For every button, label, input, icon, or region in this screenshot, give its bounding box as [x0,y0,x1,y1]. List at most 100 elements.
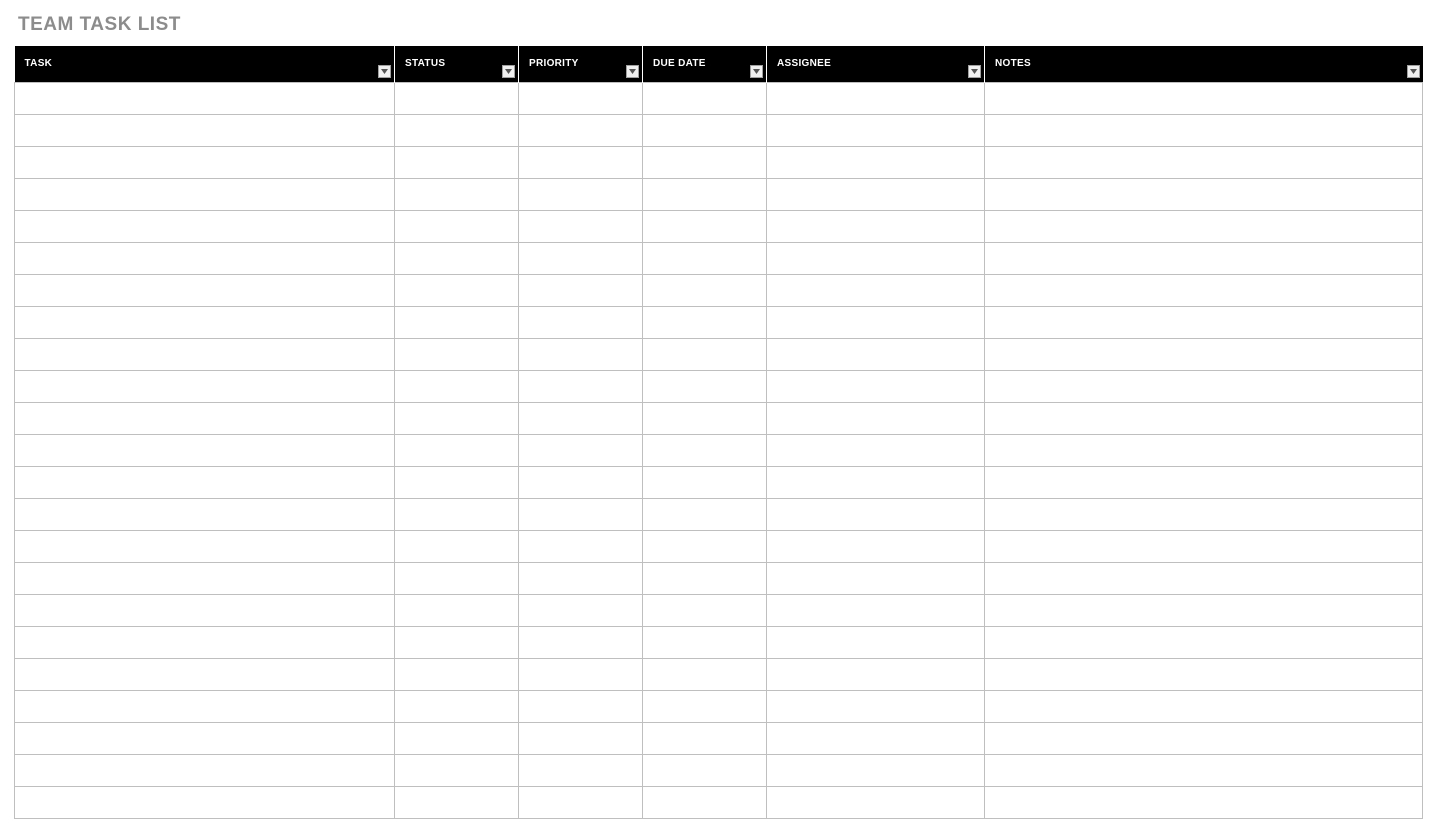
cell[interactable] [395,754,519,786]
cell[interactable] [767,594,985,626]
cell[interactable] [643,690,767,722]
cell[interactable] [519,338,643,370]
cell[interactable] [519,498,643,530]
cell[interactable] [985,690,1423,722]
cell[interactable] [395,626,519,658]
cell[interactable] [985,626,1423,658]
cell[interactable] [15,466,395,498]
cell[interactable] [985,370,1423,402]
cell[interactable] [519,626,643,658]
cell[interactable] [985,178,1423,210]
cell[interactable] [519,594,643,626]
cell[interactable] [767,306,985,338]
cell[interactable] [519,306,643,338]
cell[interactable] [985,530,1423,562]
cell[interactable] [15,562,395,594]
cell[interactable] [15,146,395,178]
cell[interactable] [395,722,519,754]
cell[interactable] [643,562,767,594]
cell[interactable] [643,530,767,562]
cell[interactable] [767,530,985,562]
cell[interactable] [643,498,767,530]
cell[interactable] [767,658,985,690]
cell[interactable] [15,114,395,146]
cell[interactable] [985,338,1423,370]
cell[interactable] [985,658,1423,690]
cell[interactable] [643,82,767,114]
cell[interactable] [985,306,1423,338]
cell[interactable] [519,658,643,690]
cell[interactable] [985,498,1423,530]
cell[interactable] [643,722,767,754]
cell[interactable] [15,306,395,338]
cell[interactable] [767,338,985,370]
cell[interactable] [395,338,519,370]
cell[interactable] [643,434,767,466]
cell[interactable] [395,178,519,210]
cell[interactable] [395,562,519,594]
cell[interactable] [395,274,519,306]
cell[interactable] [985,754,1423,786]
cell[interactable] [395,306,519,338]
cell[interactable] [15,274,395,306]
cell[interactable] [15,530,395,562]
cell[interactable] [15,626,395,658]
filter-dropdown-icon[interactable] [968,65,981,78]
cell[interactable] [985,562,1423,594]
cell[interactable] [767,210,985,242]
cell[interactable] [395,242,519,274]
cell[interactable] [767,562,985,594]
cell[interactable] [767,690,985,722]
cell[interactable] [643,658,767,690]
cell[interactable] [643,466,767,498]
cell[interactable] [15,338,395,370]
cell[interactable] [395,690,519,722]
cell[interactable] [519,562,643,594]
cell[interactable] [643,594,767,626]
cell[interactable] [15,402,395,434]
filter-dropdown-icon[interactable] [502,65,515,78]
cell[interactable] [767,274,985,306]
cell[interactable] [395,594,519,626]
cell[interactable] [15,434,395,466]
filter-dropdown-icon[interactable] [626,65,639,78]
cell[interactable] [767,434,985,466]
cell[interactable] [15,786,395,818]
cell[interactable] [767,498,985,530]
cell[interactable] [519,114,643,146]
cell[interactable] [985,434,1423,466]
cell[interactable] [643,306,767,338]
cell[interactable] [15,690,395,722]
cell[interactable] [985,402,1423,434]
cell[interactable] [767,370,985,402]
cell[interactable] [767,466,985,498]
cell[interactable] [395,466,519,498]
cell[interactable] [519,530,643,562]
cell[interactable] [767,722,985,754]
cell[interactable] [643,626,767,658]
cell[interactable] [985,594,1423,626]
cell[interactable] [519,146,643,178]
cell[interactable] [767,178,985,210]
cell[interactable] [395,786,519,818]
cell[interactable] [519,434,643,466]
cell[interactable] [15,498,395,530]
cell[interactable] [15,210,395,242]
cell[interactable] [643,402,767,434]
cell[interactable] [395,434,519,466]
cell[interactable] [985,210,1423,242]
cell[interactable] [985,786,1423,818]
filter-dropdown-icon[interactable] [378,65,391,78]
cell[interactable] [767,82,985,114]
cell[interactable] [767,402,985,434]
cell[interactable] [767,626,985,658]
cell[interactable] [395,402,519,434]
cell[interactable] [395,210,519,242]
cell[interactable] [519,242,643,274]
cell[interactable] [767,146,985,178]
cell[interactable] [519,786,643,818]
cell[interactable] [519,210,643,242]
cell[interactable] [643,146,767,178]
filter-dropdown-icon[interactable] [1407,65,1420,78]
cell[interactable] [15,722,395,754]
